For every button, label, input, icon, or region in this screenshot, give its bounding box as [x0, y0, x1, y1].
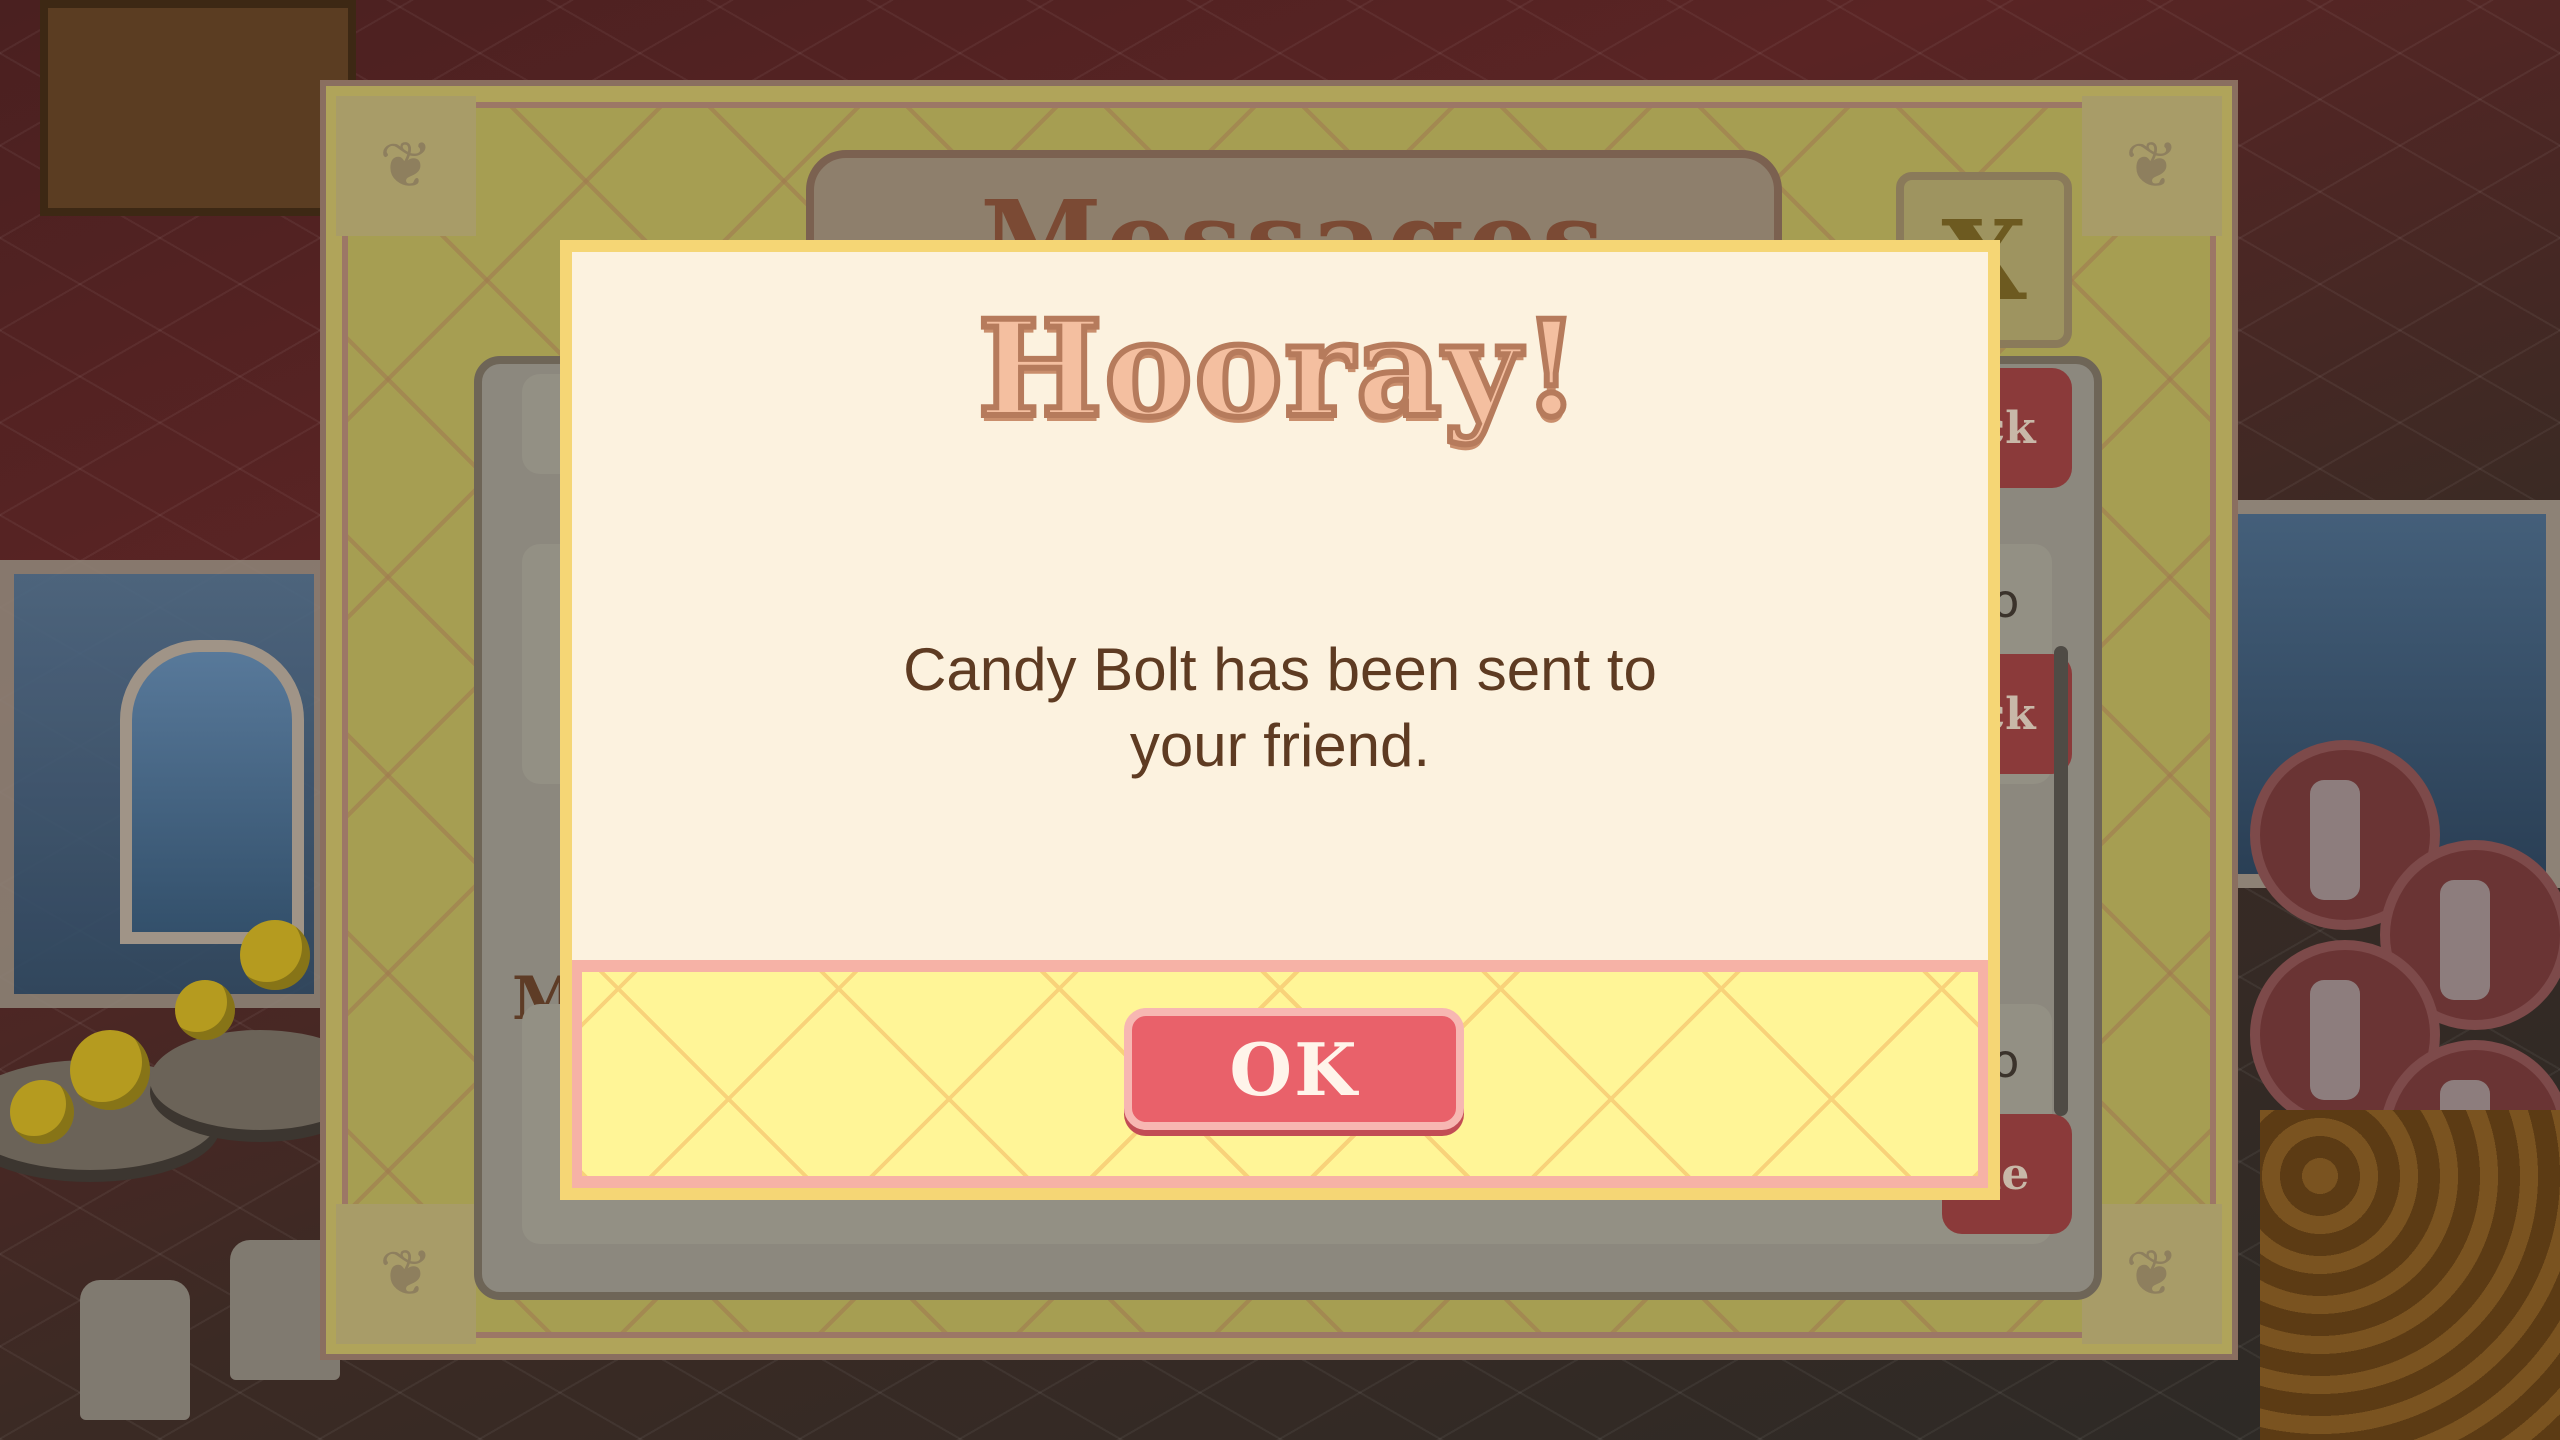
ok-button[interactable]: OK: [1124, 1008, 1464, 1130]
hooray-dialog: Hooray! Candy Bolt has been sent to your…: [560, 240, 2000, 1200]
dialog-message: Candy Bolt has been sent to your friend.: [903, 636, 1657, 779]
dialog-footer: OK: [572, 960, 1988, 1188]
dialog-title: Hooray!: [975, 289, 1584, 450]
